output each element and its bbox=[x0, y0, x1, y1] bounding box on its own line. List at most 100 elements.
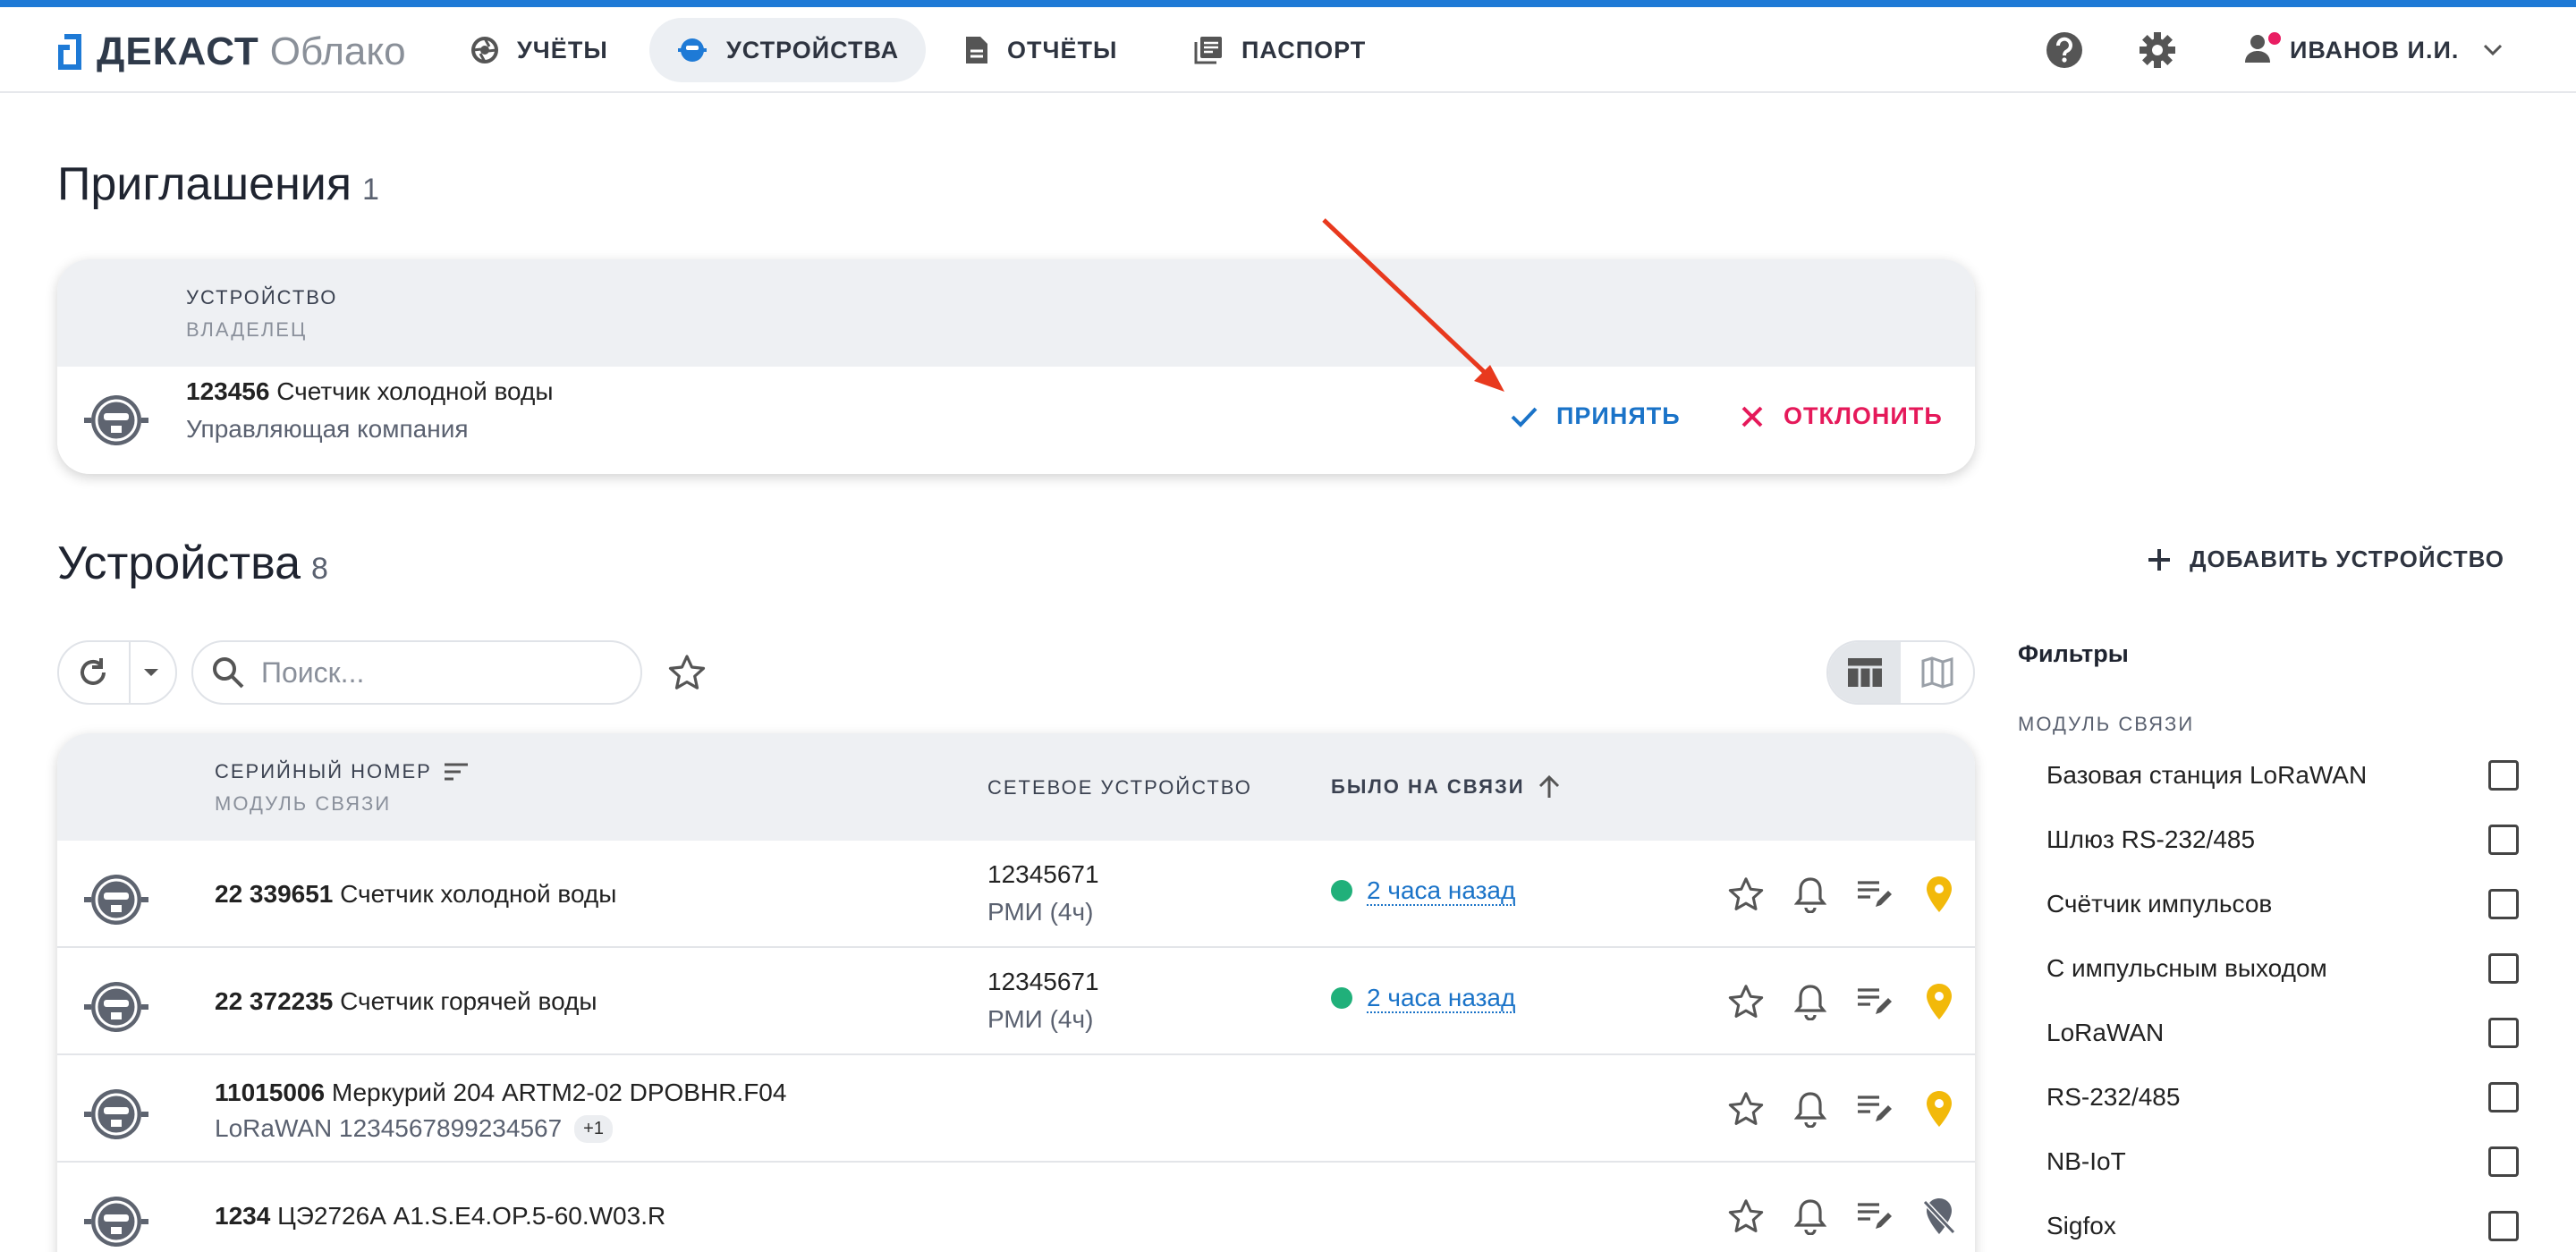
col-last-seen[interactable]: БЫЛО НА СВЯЗИ bbox=[1331, 774, 1561, 799]
nav-item-accounts[interactable]: УЧЁТЫ bbox=[444, 18, 635, 82]
filter-item-label: RS-232/485 bbox=[2046, 1083, 2181, 1111]
search-box bbox=[191, 640, 642, 705]
notifications-button[interactable] bbox=[1778, 1191, 1843, 1241]
favorites-filter-button[interactable] bbox=[667, 653, 707, 697]
filter-item[interactable]: С импульсным выходом bbox=[2046, 953, 2519, 984]
meter-icon bbox=[84, 1197, 148, 1247]
logo[interactable]: ДЕКАСТ Облако bbox=[57, 27, 406, 77]
edit-notes-button[interactable] bbox=[1843, 1084, 1907, 1134]
filter-item-label: Шлюз RS-232/485 bbox=[2046, 825, 2256, 853]
map-view-button[interactable] bbox=[1901, 642, 1973, 703]
add-device-button[interactable]: ДОБАВИТЬ УСТРОЙСТВО bbox=[2147, 546, 2504, 573]
nav-item-devices[interactable]: УСТРОЙСТВА bbox=[649, 18, 927, 82]
meter-icon bbox=[84, 875, 148, 925]
view-toggle bbox=[1826, 640, 1975, 705]
filter-item[interactable]: Базовая станция LoRaWAN bbox=[2046, 760, 2519, 791]
device-name: ЦЭ2726А A1.S.E4.OP.5-60.W03.R bbox=[277, 1202, 666, 1230]
last-seen-link[interactable]: 2 часа назад bbox=[1367, 984, 1516, 1013]
document-icon bbox=[966, 37, 987, 63]
accept-button[interactable]: ПРИНЯТЬ bbox=[1510, 402, 1681, 430]
user-menu[interactable]: ИВАНОВ И.И. bbox=[2243, 29, 2504, 72]
table-view-button[interactable] bbox=[1828, 642, 1901, 703]
aperture-icon bbox=[471, 37, 498, 63]
device-title: 1234 ЦЭ2726А A1.S.E4.OP.5-60.W03.R bbox=[215, 1202, 665, 1231]
favorite-button[interactable] bbox=[1714, 1191, 1778, 1241]
device-serial: 22 372235 bbox=[215, 987, 334, 1015]
search-input[interactable] bbox=[261, 656, 601, 689]
more-menu-button[interactable] bbox=[1971, 869, 1975, 919]
filter-checkbox[interactable] bbox=[2488, 1211, 2519, 1241]
table-row[interactable]: 11015006 Меркурий 204 ARTM2-02 DPOBHR.F0… bbox=[57, 1055, 1975, 1163]
filters-panel: Фильтры МОДУЛЬ СВЯЗИ Базовая станция LoR… bbox=[2018, 626, 2519, 1241]
bell-icon bbox=[1794, 1199, 1826, 1235]
filter-checkbox[interactable] bbox=[2488, 1146, 2519, 1177]
table-icon bbox=[1847, 658, 1882, 687]
filter-checkbox[interactable] bbox=[2488, 760, 2519, 791]
col-network[interactable]: СЕТЕВОЕ УСТРОЙСТВО bbox=[987, 776, 1252, 799]
more-menu-button[interactable] bbox=[1971, 1084, 1975, 1134]
filter-item[interactable]: Sigfox bbox=[2046, 1211, 2519, 1241]
filter-item[interactable]: RS-232/485 bbox=[2046, 1082, 2519, 1112]
refresh-button[interactable] bbox=[59, 656, 128, 689]
arrow-up-icon bbox=[1538, 774, 1559, 798]
more-menu-button[interactable] bbox=[1971, 1191, 1975, 1241]
invitation-device: 123456 Счетчик холодной воды bbox=[186, 377, 553, 406]
filter-checkbox[interactable] bbox=[2488, 953, 2519, 984]
invitation-row[interactable]: 123456 Счетчик холодной воды Управляющая… bbox=[57, 367, 1975, 474]
table-row[interactable]: 22 339651 Счетчик холодной воды 12345671 Р… bbox=[57, 841, 1975, 948]
more-badge[interactable]: +1 bbox=[574, 1114, 613, 1143]
logo-icon bbox=[58, 34, 81, 70]
online-status-dot bbox=[1331, 987, 1352, 1009]
filter-item[interactable]: Шлюз RS-232/485 bbox=[2046, 825, 2519, 855]
location-button[interactable] bbox=[1907, 869, 1971, 919]
filter-item[interactable]: Счётчик импульсов bbox=[2046, 889, 2519, 919]
settings-button[interactable] bbox=[2136, 29, 2179, 72]
filter-item[interactable]: NB-IoT bbox=[2046, 1146, 2519, 1177]
favorite-button[interactable] bbox=[1714, 1084, 1778, 1134]
table-row[interactable]: 1234 ЦЭ2726А A1.S.E4.OP.5-60.W03.R bbox=[57, 1163, 1975, 1252]
nav-item-passport[interactable]: ПАСПОРТ bbox=[1166, 18, 1393, 82]
last-seen-link[interactable]: 2 часа назад bbox=[1367, 876, 1516, 906]
invitation-serial: 123456 bbox=[186, 377, 270, 405]
refresh-icon bbox=[80, 658, 106, 685]
edit-notes-button[interactable] bbox=[1843, 869, 1907, 919]
notifications-button[interactable] bbox=[1778, 1084, 1843, 1134]
location-button[interactable] bbox=[1907, 977, 1971, 1027]
notifications-button[interactable] bbox=[1778, 977, 1843, 1027]
gear-icon bbox=[2140, 32, 2175, 68]
filter-checkbox[interactable] bbox=[2488, 1018, 2519, 1048]
reject-button[interactable]: ОТКЛОНИТЬ bbox=[1741, 402, 1943, 430]
edit-list-icon bbox=[1858, 881, 1892, 907]
location-button[interactable] bbox=[1907, 1084, 1971, 1134]
nav-item-reports[interactable]: ОТЧЁТЫ bbox=[937, 18, 1144, 82]
edit-list-icon bbox=[1858, 1096, 1892, 1121]
edit-notes-button[interactable] bbox=[1843, 1191, 1907, 1241]
refresh-dropdown-button[interactable] bbox=[128, 668, 175, 677]
edit-notes-button[interactable] bbox=[1843, 977, 1907, 1027]
invitation-owner: Управляющая компания bbox=[186, 415, 469, 443]
nav-item-label: ПАСПОРТ bbox=[1241, 36, 1367, 63]
map-icon bbox=[1921, 656, 1953, 689]
star-outline-icon bbox=[1728, 1092, 1764, 1125]
filter-item-label: Счётчик импульсов bbox=[2046, 890, 2273, 918]
filter-item-label: С импульсным выходом bbox=[2046, 954, 2327, 982]
favorite-button[interactable] bbox=[1714, 869, 1778, 919]
filter-checkbox[interactable] bbox=[2488, 889, 2519, 919]
meter-icon bbox=[84, 395, 148, 445]
notifications-button[interactable] bbox=[1778, 869, 1843, 919]
table-row[interactable]: 22 372235 Счетчик горячей воды 12345671 РМ… bbox=[57, 948, 1975, 1055]
filter-checkbox[interactable] bbox=[2488, 1082, 2519, 1112]
filter-item-label: NB-IoT bbox=[2046, 1147, 2126, 1175]
meter-icon bbox=[84, 1089, 148, 1139]
help-button[interactable] bbox=[2043, 29, 2086, 72]
filter-item[interactable]: LoRaWAN bbox=[2046, 1018, 2519, 1048]
devices-count: 8 bbox=[311, 552, 328, 586]
col-serial[interactable]: СЕРИЙНЫЙ НОМЕР bbox=[215, 760, 470, 783]
star-outline-icon bbox=[668, 655, 706, 689]
filter-checkbox[interactable] bbox=[2488, 825, 2519, 855]
more-menu-button[interactable] bbox=[1971, 977, 1975, 1027]
location-button[interactable] bbox=[1907, 1191, 1971, 1241]
user-avatar bbox=[2243, 30, 2283, 70]
favorite-button[interactable] bbox=[1714, 977, 1778, 1027]
check-icon bbox=[1511, 407, 1538, 427]
